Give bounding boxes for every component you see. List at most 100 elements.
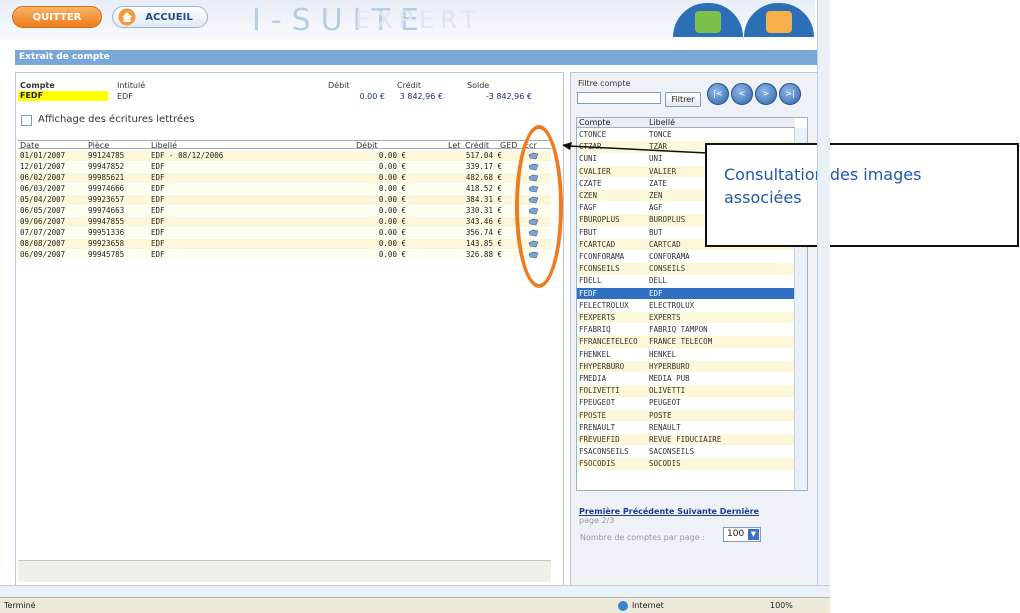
filter-button[interactable]: Filtrer [665, 92, 701, 107]
account-list-item[interactable]: FOLIVETTI OLIVETTI [577, 385, 795, 397]
entry-row[interactable]: 06/09/2007 99945785 EDF 0.00 € 326.88 € [18, 250, 551, 260]
entries-table-footer [18, 560, 551, 582]
entry-libelle: EDF [151, 250, 165, 259]
account-list-item[interactable]: FHYPERBURO HYPERBURO [577, 360, 795, 373]
account-list-item[interactable]: FHENKEL HENKEL [577, 349, 795, 360]
col-let: Let [448, 141, 461, 150]
account-list-item[interactable]: FPOSTE POSTE [577, 409, 795, 421]
entry-debit: 0.00 € [378, 239, 406, 248]
account-list-item[interactable]: FRENAULT RENAULT [577, 422, 795, 433]
account-list-item[interactable]: FFABRIQ FABRIQ TAMPON [577, 324, 795, 335]
page-horizontal-scrollbar[interactable] [0, 585, 830, 597]
account-list-code: FELECTROLUX [579, 300, 629, 310]
account-list-code: CVALIER [579, 166, 611, 176]
per-page-label: Nombre de comptes par page : [580, 533, 705, 542]
entry-debit: 0.00 € [378, 173, 406, 182]
account-list-item[interactable]: FELECTROLUX ELECTROLUX [577, 300, 795, 311]
next-page-icon[interactable]: > [755, 83, 777, 105]
account-list-label: RENAULT [649, 422, 681, 432]
entry-piece: 99947852 [88, 162, 125, 171]
entry-row[interactable]: 07/07/2007 99951336 EDF 0.00 € 356.74 € [18, 228, 551, 238]
account-balance-value: -3 842,96 € [485, 92, 532, 101]
status-zone: Internet [632, 601, 664, 610]
account-list-code: CZEN [579, 191, 598, 200]
entry-credit: 143.85 € [465, 239, 502, 248]
entry-credit: 517.04 € [465, 151, 502, 160]
filter-input[interactable] [577, 92, 661, 104]
entry-piece: 99974666 [88, 184, 125, 193]
account-list-label: EDF [649, 288, 663, 298]
home-icon [118, 8, 136, 26]
entry-row[interactable]: 12/01/2007 99947852 EDF 0.00 € 339.17 € [18, 162, 551, 172]
previous-page-icon[interactable]: < [731, 83, 753, 105]
col-debit: Débit [356, 141, 378, 150]
account-list-label: MEDIA PUB [649, 374, 690, 383]
account-list-item[interactable]: FCONSEILS CONSEILS [577, 263, 795, 275]
entry-credit: 384.31 € [465, 195, 502, 204]
account-list-code: FOLIVETTI [579, 386, 620, 396]
col-libelle: Libellé [151, 141, 178, 150]
filter-label: Filtre compte [578, 79, 631, 88]
account-list-code: FSOCODIS [579, 459, 616, 469]
account-list-item[interactable]: FSOCODIS SOCODIS [577, 458, 795, 470]
account-list-code: FBUT [579, 227, 598, 237]
entry-row[interactable]: 05/04/2007 99923657 EDF 0.00 € 384.31 € [18, 195, 551, 205]
pager-next-link[interactable]: Suivante [677, 507, 717, 516]
last-page-icon[interactable]: >| [779, 83, 801, 105]
pager-first-link[interactable]: Première [579, 507, 620, 516]
callout-line-1: Consultation des images [724, 165, 922, 184]
col-piece: Pièce [88, 141, 110, 150]
account-list-item[interactable]: FREVUEFID REVUE FIDUCIAIRE [577, 434, 795, 446]
account-list-item[interactable]: FDELL DELL [577, 275, 795, 286]
pager-prev-link[interactable]: Précédente [623, 507, 675, 516]
col-account-label: Libellé [649, 118, 676, 127]
account-list-item[interactable]: FFRANCETELECO FRANCE TELECOM [577, 336, 795, 348]
account-list-label: SOCODIS [649, 459, 681, 469]
account-list-item[interactable]: FPEUGEOT PEUGEOT [577, 397, 795, 408]
entry-piece: 99985621 [88, 173, 125, 182]
account-list-item[interactable]: FEDF EDF [577, 287, 795, 299]
account-list-item[interactable]: FSACONSEILS SACONSEILS [577, 446, 795, 457]
account-list-code: FCARTCAD [579, 239, 616, 249]
entry-row[interactable]: 06/03/2007 99974666 EDF 0.00 € 418.52 € [18, 184, 551, 194]
account-list-item[interactable]: FEXPERTS EXPERTS [577, 312, 795, 324]
entry-row[interactable]: 06/02/2007 99985621 EDF 0.00 € 482.68 € [18, 173, 551, 183]
account-list-label: FRANCE TELECOM [649, 337, 713, 347]
account-list-label: FABRIQ TAMPON [649, 325, 708, 335]
entry-libelle: EDF [151, 173, 165, 182]
account-list-item[interactable]: FMEDIA MEDIA PUB [577, 373, 795, 384]
entry-row[interactable]: 06/05/2007 99974663 EDF 0.00 € 330.31 € [18, 206, 551, 216]
entry-date: 06/09/2007 [20, 250, 66, 259]
status-zoom[interactable]: 100% [770, 598, 793, 613]
entry-row[interactable]: 01/01/2007 99124785 EDF - 08/12/2006 0.00 €… [18, 151, 551, 161]
lettered-entries-checkbox[interactable] [21, 115, 32, 126]
entry-libelle: EDF [151, 195, 165, 204]
brand-logo-sub: EXPERT [355, 6, 482, 34]
account-credit-value: 3 842,96 € [399, 92, 443, 101]
entry-row[interactable]: 09/06/2007 99947855 EDF 0.00 € 343.46 € [18, 217, 551, 227]
entry-date: 01/01/2007 [20, 151, 66, 160]
entry-piece: 99947855 [88, 217, 125, 226]
account-list-item[interactable]: FCONFORAMA CONFORAMA [577, 251, 795, 262]
per-page-select[interactable]: 100 ▼ [723, 527, 761, 542]
account-debit-value: 0.00 € [359, 92, 385, 101]
entries-table-header: Date Pièce Libellé Débit Let Crédit GED … [18, 140, 551, 150]
page-vertical-scrollbar[interactable] [817, 0, 830, 585]
entry-credit: 356.74 € [465, 228, 502, 237]
quit-button[interactable]: QUITTER [12, 6, 102, 28]
entry-row[interactable]: 08/08/2007 99923658 EDF 0.00 € 143.85 € [18, 239, 551, 249]
account-code-header: Compte [20, 81, 55, 90]
first-page-icon[interactable]: |< [707, 83, 729, 105]
entry-libelle: EDF [151, 239, 165, 248]
callout-arrow [562, 142, 708, 154]
account-list-item[interactable]: CTONCE TONCE [577, 129, 795, 140]
entry-credit: 330.31 € [465, 206, 502, 215]
account-list-label: BUROPLUS [649, 215, 686, 225]
account-list-label: REVUE FIDUCIAIRE [649, 435, 722, 444]
entry-libelle: EDF [151, 184, 165, 193]
pager-last-link[interactable]: Dernière [720, 507, 759, 516]
account-list-label: HYPERBURO [649, 361, 690, 371]
account-list-code: FEDF [579, 288, 598, 298]
account-list-label: ZEN [649, 191, 663, 200]
entry-date: 09/06/2007 [20, 217, 66, 226]
